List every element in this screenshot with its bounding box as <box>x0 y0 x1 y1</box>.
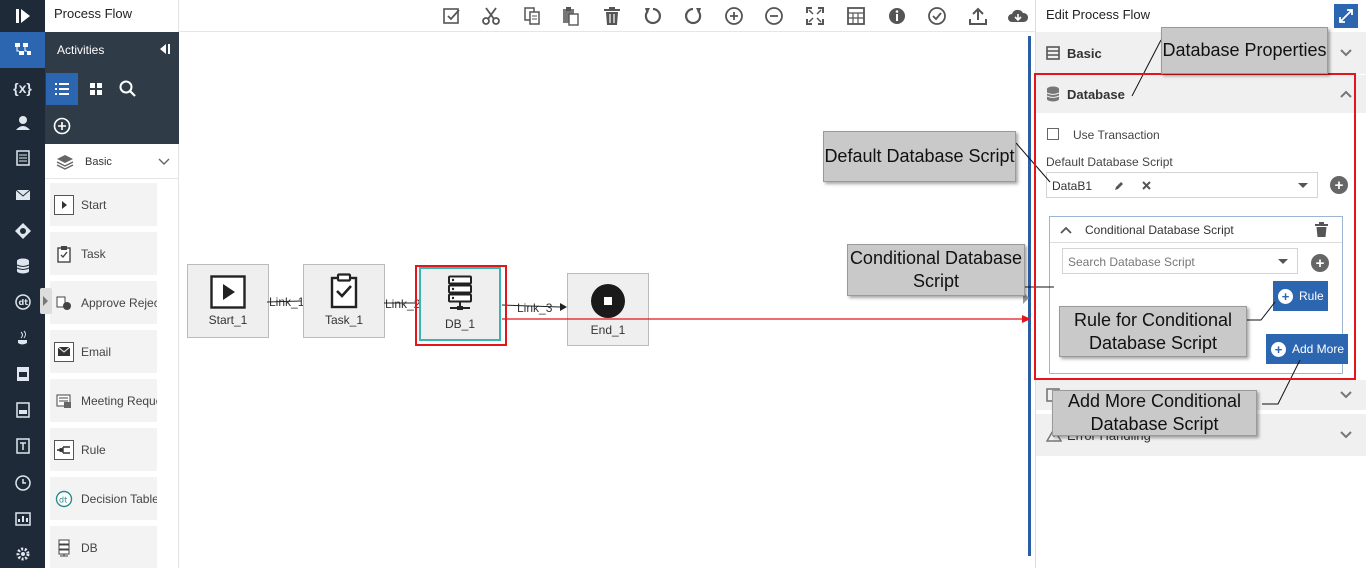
clock-icon[interactable] <box>0 465 45 501</box>
process-canvas[interactable]: Start_1 Link_1 Task_1 Link_2 DB_1 Link_3… <box>180 33 1028 568</box>
task-icon <box>54 244 74 264</box>
search-icon[interactable] <box>112 73 144 105</box>
node-label: Start_1 <box>208 313 248 327</box>
settings-icon[interactable] <box>0 213 45 249</box>
info-icon[interactable] <box>885 4 909 28</box>
palette-item-approve-reject[interactable]: Approve Reject <box>50 281 157 324</box>
palette-item-task[interactable]: Task <box>50 232 157 275</box>
variable-icon[interactable]: {x} <box>0 70 45 106</box>
svg-text:dt: dt <box>59 495 67 504</box>
gear-icon[interactable] <box>0 536 45 568</box>
list-view-icon[interactable] <box>46 73 78 105</box>
db-icon <box>54 538 74 558</box>
main-toolbar <box>179 0 1035 32</box>
undo-icon[interactable] <box>641 4 665 28</box>
approve-reject-icon <box>54 293 74 313</box>
text-icon[interactable] <box>0 428 45 464</box>
activity-palette: Process Flow Activities Basic Start Task… <box>45 0 179 568</box>
form-icon[interactable] <box>0 140 45 176</box>
report-icon[interactable] <box>0 501 45 537</box>
activities-title: Activities <box>57 43 105 57</box>
section-label: Basic <box>1067 45 1102 61</box>
chevron-down-icon <box>1340 431 1352 439</box>
process-flow-icon[interactable] <box>0 32 45 68</box>
layers-icon <box>56 155 74 170</box>
decision-table-icon: dt <box>54 489 74 509</box>
panel-title: Edit Process Flow <box>1046 7 1151 22</box>
decision-table-icon[interactable]: dt <box>0 284 45 320</box>
page-title: Process Flow <box>54 6 133 21</box>
email-icon[interactable] <box>0 177 45 213</box>
palette-item-decision-table[interactable]: dt Decision Table <box>50 477 157 520</box>
grid-view-icon[interactable] <box>80 73 112 105</box>
category-dropdown[interactable]: Basic <box>45 145 179 179</box>
collapse-panel-icon[interactable] <box>157 42 171 59</box>
start-icon <box>210 275 246 309</box>
zoom-in-icon[interactable] <box>722 4 746 28</box>
activities-header: Activities <box>45 32 179 144</box>
delete-icon[interactable] <box>600 4 624 28</box>
palette-item-db[interactable]: DB <box>50 526 157 568</box>
palette-item-start[interactable]: Start <box>50 183 157 226</box>
node-end[interactable]: End_1 <box>567 273 649 346</box>
meeting-icon <box>54 391 74 411</box>
java-icon[interactable] <box>0 320 45 356</box>
file-icon[interactable] <box>0 356 45 392</box>
chevron-down-icon <box>158 158 170 165</box>
cloud-download-icon[interactable] <box>1006 4 1030 28</box>
node-label: Task_1 <box>324 313 364 327</box>
redo-icon[interactable] <box>681 4 705 28</box>
email-icon <box>54 341 74 362</box>
node-start[interactable]: Start_1 <box>187 264 269 338</box>
upload-icon[interactable] <box>966 4 990 28</box>
css-icon[interactable] <box>0 392 45 428</box>
callout-default-script: Default Database Script <box>823 131 1016 182</box>
expand-icon[interactable] <box>1334 4 1358 28</box>
callout-rule-conditional: Rule for Conditional Database Script <box>1059 306 1247 357</box>
add-activity-icon[interactable] <box>46 110 78 142</box>
form-icon <box>1046 46 1060 60</box>
callout-add-more-conditional: Add More Conditional Database Script <box>1052 390 1257 436</box>
paste-icon[interactable] <box>559 4 583 28</box>
link-label: Link_3 <box>517 301 553 315</box>
check-icon[interactable] <box>925 4 949 28</box>
zoom-out-icon[interactable] <box>762 4 786 28</box>
app-window: {x} dt Process Flow Activities Basic Sta… <box>0 0 1366 568</box>
copy-icon[interactable] <box>520 4 544 28</box>
rule-icon <box>54 439 74 460</box>
cut-icon[interactable] <box>479 4 503 28</box>
link-label: Link_1 <box>269 295 305 309</box>
palette-resize-handle[interactable] <box>40 288 52 314</box>
node-task[interactable]: Task_1 <box>303 264 385 338</box>
app-logo-icon[interactable] <box>0 0 45 32</box>
category-label: Basic <box>85 155 112 168</box>
palette-item-rule[interactable]: Rule <box>50 428 157 471</box>
db-node-highlight <box>415 265 507 346</box>
user-icon[interactable] <box>0 105 45 141</box>
node-label: End_1 <box>590 323 626 337</box>
start-icon <box>54 194 74 215</box>
database-icon[interactable] <box>0 248 45 284</box>
left-nav-rail: {x} dt <box>0 0 45 568</box>
task-icon <box>330 273 358 309</box>
chevron-down-icon <box>1340 49 1352 57</box>
validate-icon[interactable] <box>440 4 464 28</box>
svg-text:dt: dt <box>18 298 28 307</box>
callout-database-properties: Database Properties <box>1161 27 1328 74</box>
chevron-down-icon <box>1340 391 1352 399</box>
end-icon <box>591 284 625 318</box>
callout-conditional-script: Conditional Database Script <box>847 244 1025 296</box>
fit-icon[interactable] <box>803 4 827 28</box>
palette-item-email[interactable]: Email <box>50 330 157 373</box>
palette-item-meeting-request[interactable]: Meeting Request <box>50 379 157 422</box>
grid-icon[interactable] <box>844 4 868 28</box>
